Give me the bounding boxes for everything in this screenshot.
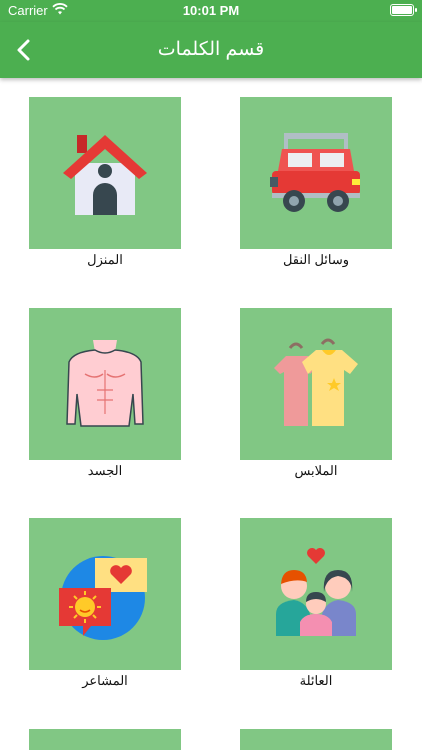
category-label-house: المنزل: [87, 252, 123, 267]
family-icon: [276, 548, 356, 636]
category-card-transport[interactable]: [240, 97, 392, 249]
category-card-family[interactable]: [240, 518, 392, 670]
category-card-feelings[interactable]: [29, 518, 181, 670]
body-icon: [66, 340, 144, 427]
category-card-clothes[interactable]: [240, 308, 392, 460]
car-icon: [270, 133, 360, 212]
clothes-icon: [274, 338, 358, 426]
page-title: قسم الكلمات: [157, 39, 265, 60]
category-label-family: العائلة: [299, 673, 333, 688]
category-card-body[interactable]: [29, 308, 181, 460]
status-time: 10:01 PM: [182, 3, 240, 18]
category-card-partial[interactable]: [240, 729, 392, 750]
category-label-feelings: المشاعر: [82, 673, 128, 688]
navigation-bar: قسم الكلمات: [0, 22, 422, 78]
category-label-body: الجسد: [87, 463, 123, 478]
feelings-icon: [59, 556, 147, 640]
house-icon: [63, 135, 147, 215]
status-bar: Carrier 10:01 PM: [0, 0, 422, 22]
category-card-partial[interactable]: [29, 729, 181, 750]
battery-icon: [390, 4, 417, 16]
category-label-transport: وسائل النقل: [282, 252, 350, 267]
category-label-clothes: الملابس: [294, 463, 338, 478]
category-card-house[interactable]: [29, 97, 181, 249]
